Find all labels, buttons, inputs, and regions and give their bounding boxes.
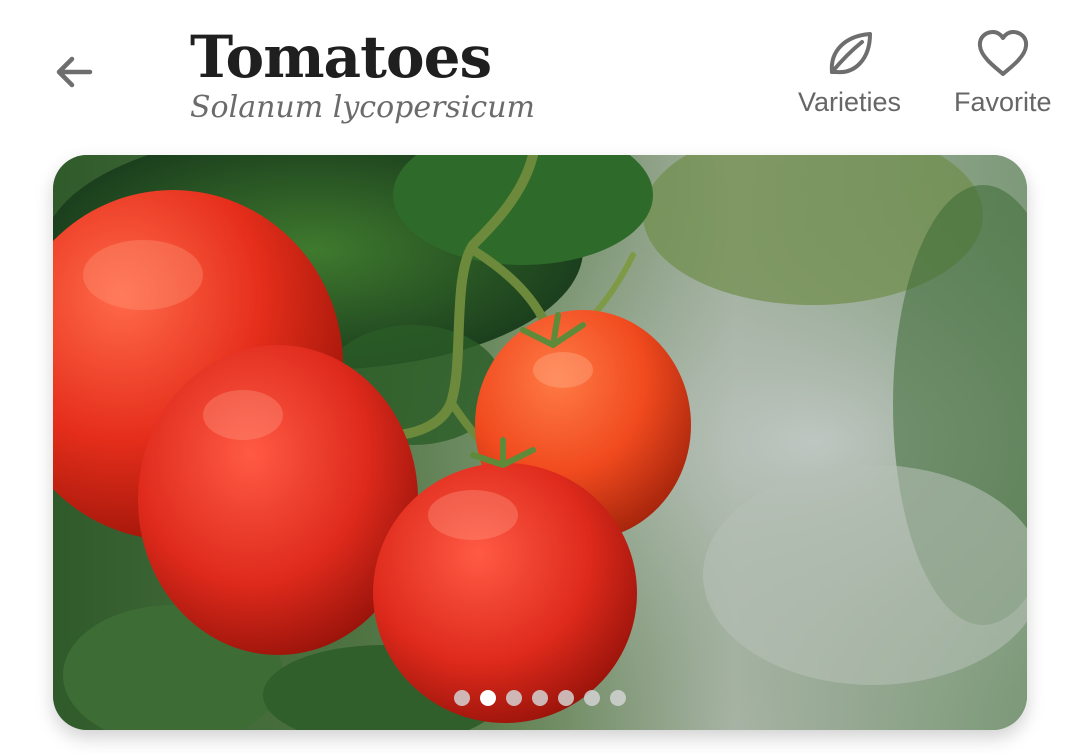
image-carousel[interactable] (53, 155, 1027, 730)
carousel-indicator (53, 690, 1027, 706)
header: Tomatoes Solanum lycopersicum Varieties … (0, 0, 1080, 150)
arrow-left-icon (56, 56, 93, 88)
tomatoes-photo (53, 155, 1027, 730)
varieties-button[interactable]: Varieties (798, 26, 901, 118)
favorite-button[interactable]: Favorite (954, 26, 1052, 118)
carousel-dot[interactable] (506, 690, 522, 706)
carousel-dot[interactable] (454, 690, 470, 706)
carousel-dot[interactable] (480, 690, 496, 706)
leaf-icon (822, 26, 878, 82)
heart-outline-icon (975, 26, 1031, 82)
page-title: Tomatoes (190, 23, 492, 91)
scientific-name: Solanum lycopersicum (190, 90, 535, 125)
title-block: Tomatoes Solanum lycopersicum (190, 24, 535, 126)
back-button[interactable] (44, 42, 104, 102)
carousel-dot[interactable] (532, 690, 548, 706)
favorite-label: Favorite (954, 87, 1052, 117)
carousel-dot[interactable] (584, 690, 600, 706)
varieties-label: Varieties (798, 87, 902, 117)
carousel-dot[interactable] (558, 690, 574, 706)
carousel-dot[interactable] (610, 690, 626, 706)
plant-detail-screen: Tomatoes Solanum lycopersicum Varieties … (0, 0, 1080, 754)
